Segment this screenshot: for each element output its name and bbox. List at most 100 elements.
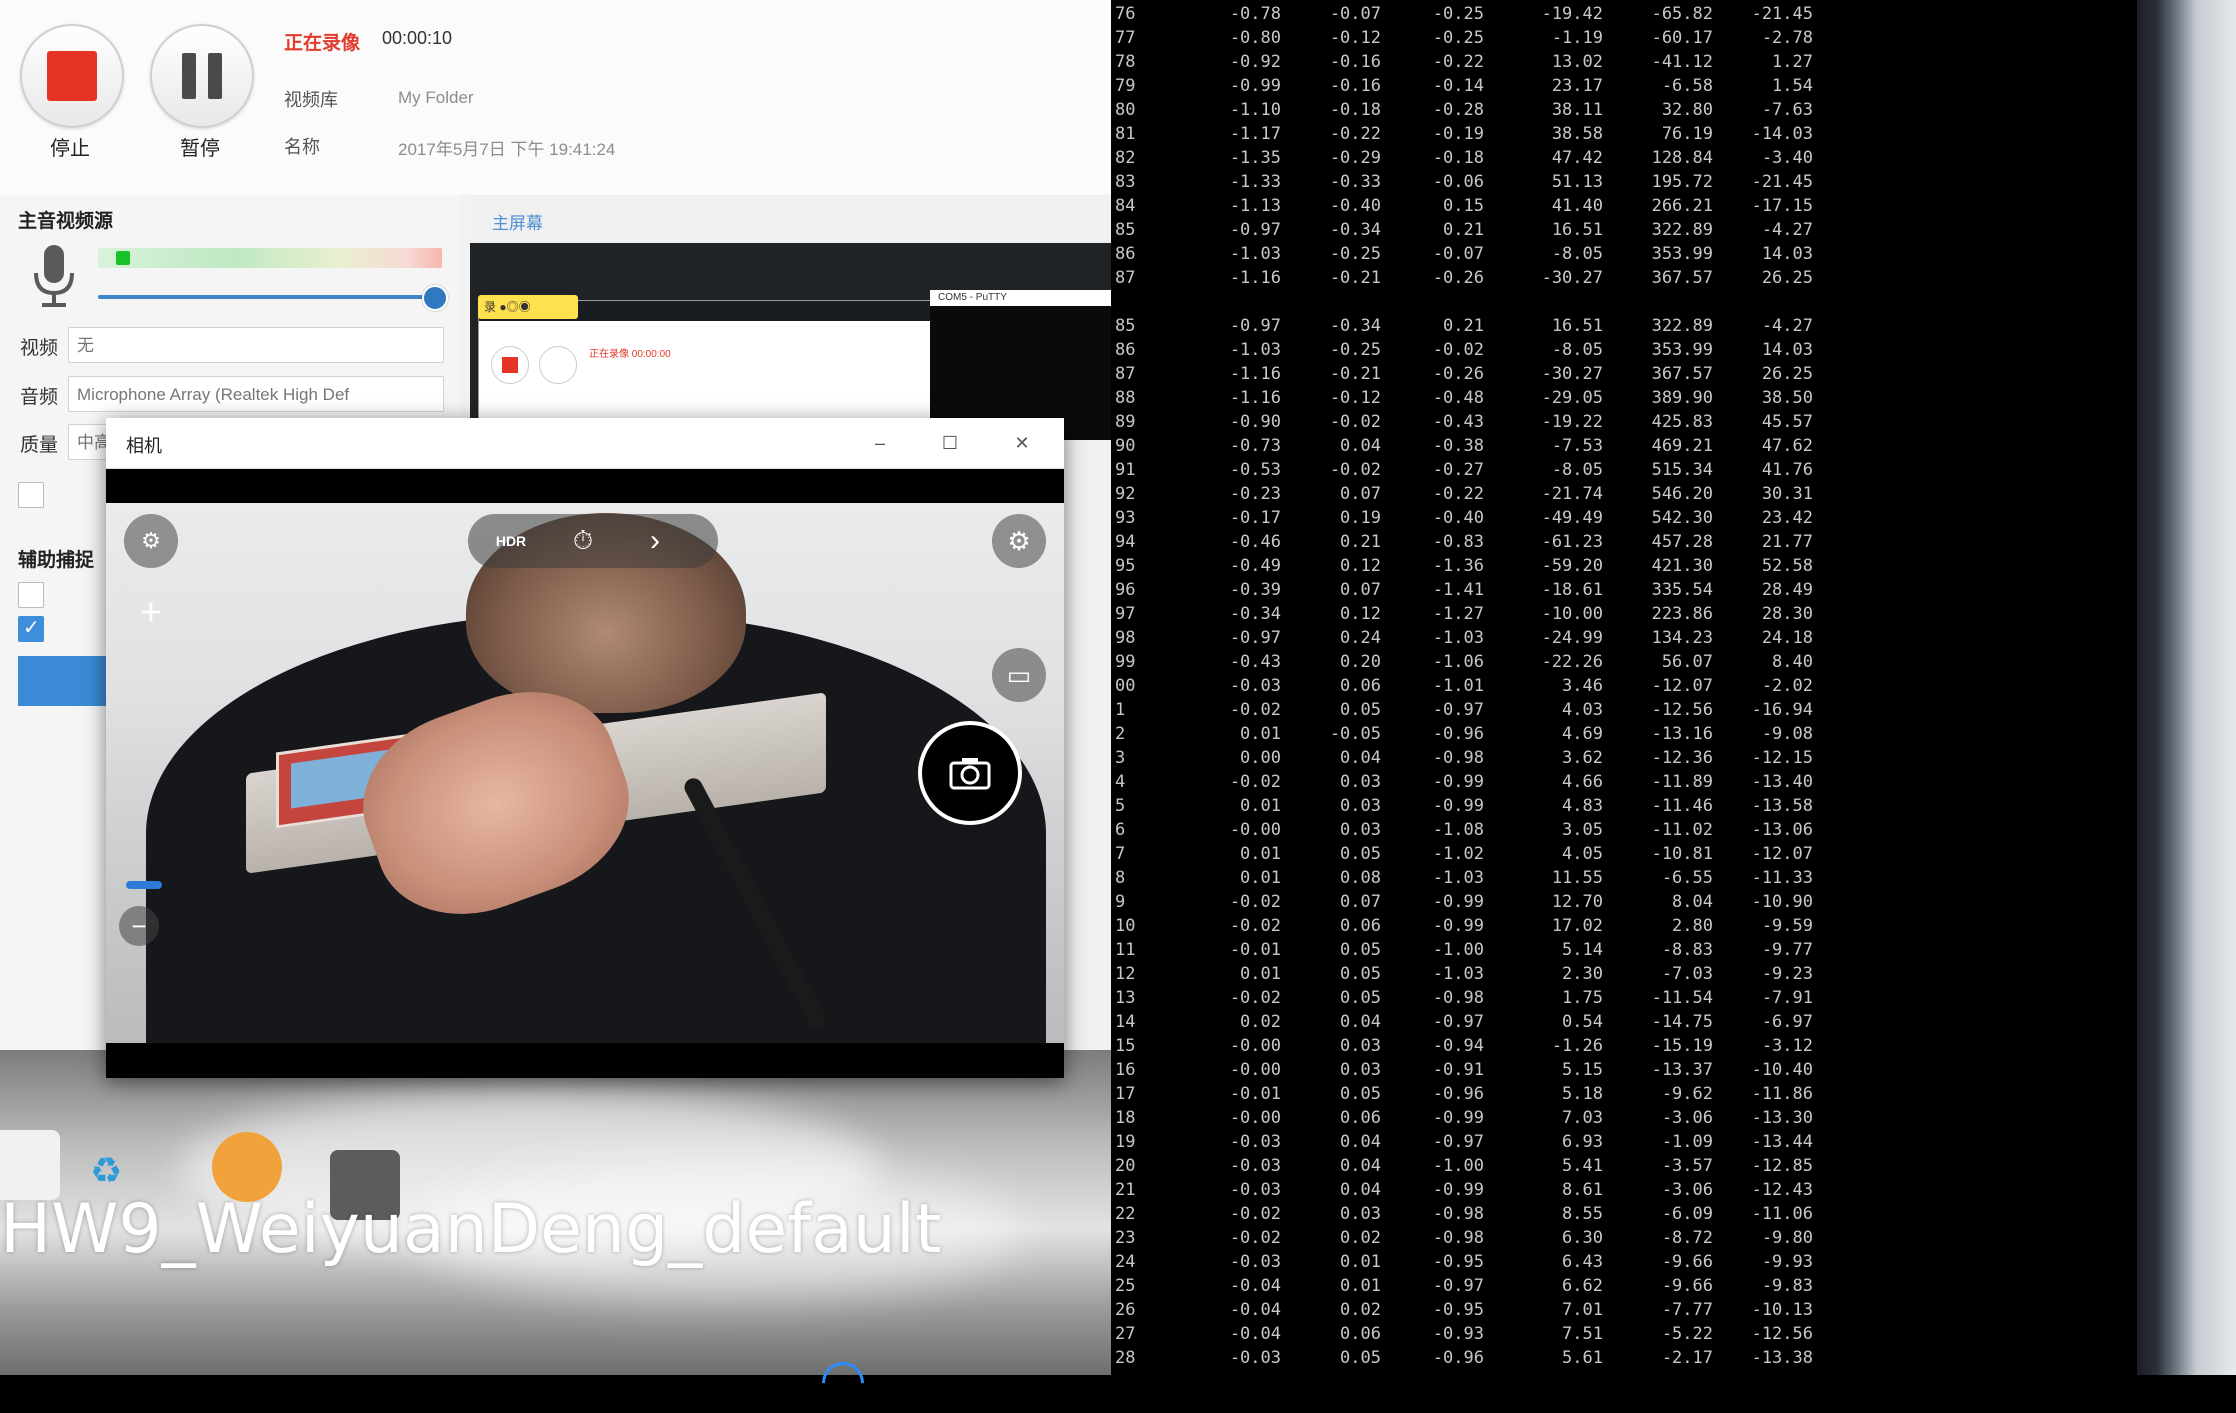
terminal-value: -0.25 <box>1329 244 1381 264</box>
terminal-value: -1.02 <box>1432 844 1484 864</box>
terminal-value: -1.00 <box>1432 1156 1484 1176</box>
stop-button[interactable] <box>20 24 124 128</box>
timer-off-icon[interactable]: ⏱ <box>556 514 610 568</box>
terminal-row: 95 -0.49 0.12 -1.36 -59.20 421.30 52.58 <box>1111 556 2137 580</box>
terminal-row: 16 -0.00 0.03 -0.91 5.15 -13.37 -10.40 <box>1111 1060 2137 1084</box>
terminal-value: 51.13 <box>1551 172 1603 192</box>
terminal-row-index: 26 <box>1115 1300 1136 1320</box>
terminal-value: -17.15 <box>1751 196 1813 216</box>
terminal-row-index: 85 <box>1115 220 1136 240</box>
terminal-value: -2.02 <box>1761 676 1813 696</box>
terminal-value: -9.62 <box>1661 1084 1713 1104</box>
terminal-value: -12.07 <box>1751 844 1813 864</box>
volume-slider-handle[interactable] <box>422 285 448 311</box>
terminal-value: 0.20 <box>1340 652 1381 672</box>
terminal-row: 4 -0.02 0.03 -0.99 4.66 -11.89 -13.40 <box>1111 772 2137 796</box>
terminal-row-index: 1 <box>1115 700 1126 720</box>
option-checkbox[interactable] <box>18 482 44 508</box>
terminal-row: 79 -0.99 -0.16 -0.14 23.17 -6.58 1.54 <box>1111 76 2137 100</box>
zoom-slider[interactable] <box>126 881 162 889</box>
terminal-value: 0.06 <box>1340 1108 1381 1128</box>
aux-checkbox-1[interactable] <box>18 582 44 608</box>
terminal-value: -1.17 <box>1229 124 1281 144</box>
terminal-value: -0.99 <box>1229 76 1281 96</box>
terminal-value: -11.02 <box>1651 820 1713 840</box>
terminal-row <box>1111 292 2137 316</box>
terminal-row: 12 0.01 0.05 -1.03 2.30 -7.03 -9.23 <box>1111 964 2137 988</box>
terminal-row-index: 12 <box>1115 964 1136 984</box>
library-label: 视频库 <box>284 90 338 110</box>
plus-icon[interactable]: + <box>124 586 178 640</box>
terminal-value: -0.14 <box>1432 76 1484 96</box>
terminal-value: 0.07 <box>1340 580 1381 600</box>
terminal-row: 8 0.01 0.08 -1.03 11.55 -6.55 -11.33 <box>1111 868 2137 892</box>
terminal-value: 4.69 <box>1562 724 1603 744</box>
pause-button[interactable] <box>150 24 254 128</box>
audio-source-select[interactable]: Microphone Array (Realtek High Def <box>68 376 444 412</box>
terminal-value: -8.05 <box>1551 244 1603 264</box>
terminal-value: -1.19 <box>1551 28 1603 48</box>
terminal-value: -7.77 <box>1661 1300 1713 1320</box>
terminal-value: 335.54 <box>1651 580 1713 600</box>
close-button[interactable]: ✕ <box>1004 428 1040 458</box>
terminal-row: 90 -0.73 0.04 -0.38 -7.53 469.21 47.62 <box>1111 436 2137 460</box>
aux-checkbox-2[interactable] <box>18 615 44 642</box>
terminal-value: -0.00 <box>1229 820 1281 840</box>
serial-terminal[interactable]: 76 -0.78 -0.07 -0.25 -19.42 -65.82 -21.45 77 -0.… <box>1111 0 2137 1375</box>
terminal-value: -1.16 <box>1229 364 1281 384</box>
hdr-off-icon[interactable]: HDR <box>484 514 538 568</box>
terminal-value: -0.02 <box>1329 460 1381 480</box>
pause-label: 暂停 <box>180 138 220 160</box>
terminal-value: -0.96 <box>1432 1348 1484 1368</box>
terminal-value: -0.99 <box>1432 796 1484 816</box>
terminal-value: 0.21 <box>1340 532 1381 552</box>
shutter-button[interactable] <box>918 721 1022 825</box>
terminal-value: -0.02 <box>1229 772 1281 792</box>
gear-icon[interactable]: ⚙ <box>992 514 1046 568</box>
name-value[interactable]: 2017年5月7日 下午 19:41:24 <box>398 135 615 160</box>
terminal-value: 389.90 <box>1651 388 1713 408</box>
minus-icon[interactable]: − <box>119 906 159 946</box>
video-source-select[interactable]: 无 <box>68 327 444 363</box>
terminal-value: -0.21 <box>1329 364 1381 384</box>
terminal-value: 23.42 <box>1761 508 1813 528</box>
terminal-value: 546.20 <box>1651 484 1713 504</box>
terminal-value: 38.50 <box>1761 388 1813 408</box>
terminal-value: -3.12 <box>1761 1036 1813 1056</box>
tab-main-screen[interactable]: 主屏幕 <box>490 205 612 246</box>
terminal-value: -9.66 <box>1661 1276 1713 1296</box>
terminal-value: 353.99 <box>1651 244 1713 264</box>
terminal-value: 0.24 <box>1340 628 1381 648</box>
minimize-button[interactable]: – <box>862 428 898 458</box>
terminal-value: -0.40 <box>1432 508 1484 528</box>
terminal-value: 515.34 <box>1651 460 1713 480</box>
terminal-value: -1.03 <box>1432 868 1484 888</box>
terminal-value: -1.16 <box>1229 388 1281 408</box>
terminal-row-index: 98 <box>1115 628 1136 648</box>
library-value[interactable]: My Folder <box>398 88 474 108</box>
terminal-row-index: 16 <box>1115 1060 1136 1080</box>
terminal-value: 0.03 <box>1340 820 1381 840</box>
terminal-value: -0.25 <box>1329 340 1381 360</box>
chevron-right-icon[interactable]: › <box>628 514 682 568</box>
terminal-value: -1.03 <box>1432 628 1484 648</box>
terminal-value: -0.02 <box>1229 1204 1281 1224</box>
terminal-value: -1.06 <box>1432 652 1484 672</box>
add-capture-button[interactable] <box>18 656 108 706</box>
terminal-row: 87 -1.16 -0.21 -0.26 -30.27 367.57 26.25 <box>1111 364 2137 388</box>
terminal-value: -49.49 <box>1541 508 1603 528</box>
terminal-value: -0.03 <box>1229 1180 1281 1200</box>
terminal-value: -6.97 <box>1761 1012 1813 1032</box>
maximize-button[interactable]: ☐ <box>932 428 968 458</box>
recording-timer: 00:00:10 <box>382 28 453 48</box>
terminal-value: 0.03 <box>1340 796 1381 816</box>
camera-switch-icon[interactable]: ⚙ <box>124 514 178 568</box>
terminal-value: 0.05 <box>1340 988 1381 1008</box>
volume-slider[interactable] <box>98 295 434 299</box>
terminal-value: -0.43 <box>1229 652 1281 672</box>
video-camera-icon[interactable]: ▭ <box>992 648 1046 702</box>
terminal-value: 266.21 <box>1651 196 1713 216</box>
terminal-value: -0.12 <box>1329 388 1381 408</box>
terminal-value: 30.31 <box>1761 484 1813 504</box>
terminal-value: -0.04 <box>1229 1300 1281 1320</box>
